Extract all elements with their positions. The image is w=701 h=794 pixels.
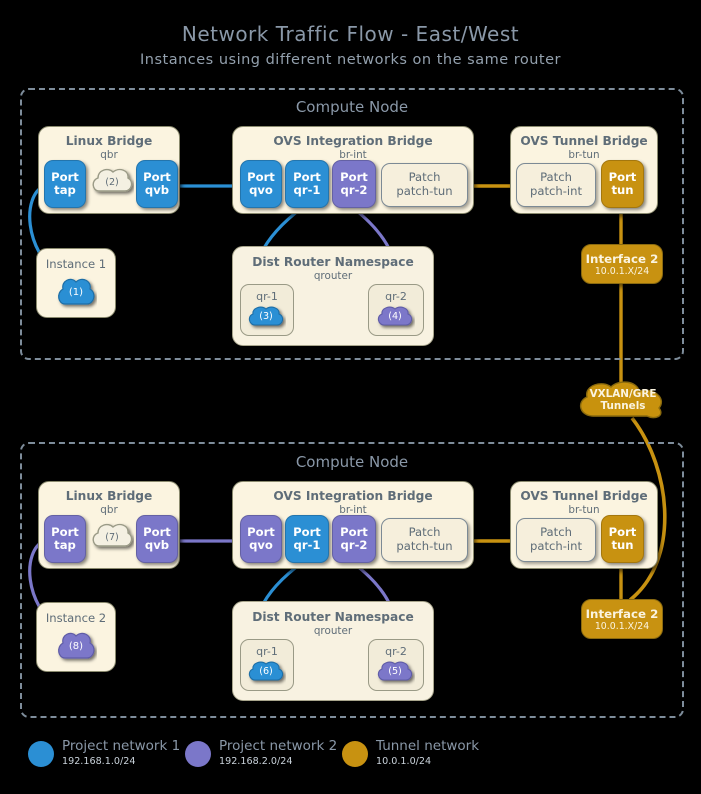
port-tap-bottom-line2: tap [54, 538, 76, 552]
interface-2-bottom: Interface 2 10.0.1.X/24 [581, 599, 663, 639]
patch-tun-top[interactable]: Patch patch-tun [381, 163, 468, 207]
legend: Project network 1 192.168.1.0/24 Project… [0, 738, 701, 786]
port-qr2-bottom[interactable]: Port qr-2 [332, 515, 376, 563]
veth-cloud-bottom-label: (7) [105, 532, 119, 544]
interface-2-top: Interface 2 10.0.1.X/24 [581, 244, 663, 284]
ns-top-qr2-label: qr-2 [385, 290, 407, 303]
ns-bottom-qr1-cloud: (6) [246, 658, 286, 686]
port-qvb-bottom-line2: qvb [144, 538, 170, 552]
port-qr1-top[interactable]: Port qr-1 [285, 160, 329, 208]
legend-swatch-project-network-1 [28, 741, 54, 767]
legend-label-project-network-1: Project network 1 [62, 738, 181, 754]
legend-swatch-project-network-2 [185, 741, 211, 767]
ns-bottom-title: Dist Router Namespace [252, 610, 414, 624]
legend-label-project-network-2: Project network 2 [219, 738, 338, 754]
instance-2-cloud-label: (8) [68, 641, 84, 653]
legend-cidr-project-network-1: 192.168.1.0/24 [62, 756, 136, 767]
port-qvb-top[interactable]: Port qvb [136, 160, 178, 208]
diagram-canvas: Network Traffic Flow - East/West Instanc… [0, 0, 701, 794]
ns-top-qr1-cloud: (3) [246, 303, 286, 331]
instance-1-cloud: (1) [55, 274, 97, 312]
interface-2-top-name: Interface 2 [585, 251, 659, 266]
ns-bottom-qr2-label: qr-2 [385, 645, 407, 658]
ovs-tun-bridge-top-title: OVS Tunnel Bridge [520, 134, 648, 148]
ns-top-title: Dist Router Namespace [252, 255, 414, 269]
port-qvo-bottom[interactable]: Port qvo [240, 515, 282, 563]
patch-int-top-line2: patch-int [529, 184, 583, 198]
port-tun-bottom-line2: tun [611, 538, 634, 552]
instance-2-label: Instance 2 [45, 611, 107, 625]
patch-tun-bottom[interactable]: Patch patch-tun [381, 518, 468, 562]
veth-cloud-top-label: (2) [105, 177, 119, 189]
ns-bottom-qr2-cloud: (5) [375, 658, 415, 686]
legend-swatch-tunnel-network [342, 741, 368, 767]
ns-bottom-qr1-cloud-label: (6) [259, 666, 273, 678]
veth-cloud-bottom: (7) [90, 521, 134, 555]
patch-tun-top-line2: patch-tun [396, 184, 453, 198]
port-qvo-top-line2: qvo [249, 183, 273, 197]
vxlan-gre-tunnels-cloud: VXLAN/GRE Tunnels [573, 378, 673, 424]
port-qr1-bottom-line2: qr-1 [293, 538, 321, 552]
legend-cidr-tunnel-network: 10.0.1.0/24 [376, 756, 432, 767]
port-tun-top-line2: tun [611, 183, 634, 197]
compute-node-top-heading: Compute Node [295, 98, 409, 116]
port-tap-top[interactable]: Port tap [44, 160, 86, 208]
patch-int-bottom-line1: Patch [540, 525, 572, 540]
patch-tun-bottom-line1: Patch [408, 525, 441, 540]
port-qr1-top-line2: qr-1 [293, 183, 321, 197]
compute-node-bottom-heading: Compute Node [295, 453, 409, 471]
port-qvo-top[interactable]: Port qvo [240, 160, 282, 208]
patch-int-top[interactable]: Patch patch-int [516, 163, 596, 207]
patch-int-bottom[interactable]: Patch patch-int [516, 518, 596, 562]
ovs-int-bridge-top-title: OVS Integration Bridge [273, 134, 433, 148]
veth-cloud-top: (2) [90, 166, 134, 200]
ovs-tun-bridge-bottom-title: OVS Tunnel Bridge [520, 489, 648, 503]
ns-top-qr1-cloud-label: (3) [259, 311, 273, 323]
linux-bridge-bottom-title: Linux Bridge [65, 489, 153, 503]
ns-top-qr2-cloud-label: (4) [388, 311, 402, 323]
ns-bottom-qr2-cloud-label: (5) [388, 666, 402, 678]
port-qvo-bottom-line2: qvo [249, 538, 273, 552]
port-qvb-bottom[interactable]: Port qvb [136, 515, 178, 563]
port-qr2-top-line2: qr-2 [340, 183, 368, 197]
interface-2-bottom-cidr: 10.0.1.X/24 [594, 620, 650, 632]
ns-bottom-subtitle: qrouter [313, 625, 353, 637]
patch-tun-bottom-line2: patch-tun [396, 539, 453, 553]
port-tap-bottom[interactable]: Port tap [44, 515, 86, 563]
port-qr2-top[interactable]: Port qr-2 [332, 160, 376, 208]
ns-top-qr2-cloud: (4) [375, 303, 415, 331]
port-tap-top-line2: tap [54, 183, 76, 197]
ovs-int-bridge-bottom-title: OVS Integration Bridge [273, 489, 433, 503]
port-tun-bottom[interactable]: Port tun [601, 515, 644, 563]
port-qr2-bottom-line2: qr-2 [340, 538, 368, 552]
interface-2-top-cidr: 10.0.1.X/24 [594, 265, 650, 277]
port-qvb-top-line2: qvb [144, 183, 170, 197]
ns-top-qr1-label: qr-1 [256, 290, 278, 303]
linux-bridge-top-title: Linux Bridge [65, 134, 153, 148]
ns-bottom-qr1-label: qr-1 [256, 645, 278, 658]
patch-int-bottom-line2: patch-int [529, 539, 583, 553]
ns-top-subtitle: qrouter [313, 270, 353, 282]
port-tun-top[interactable]: Port tun [601, 160, 644, 208]
interface-2-bottom-name: Interface 2 [585, 606, 659, 621]
instance-2-cloud: (8) [55, 628, 97, 666]
patch-tun-top-line1: Patch [408, 170, 441, 185]
port-qr1-bottom[interactable]: Port qr-1 [285, 515, 329, 563]
instance-1-cloud-label: (1) [68, 287, 84, 299]
tunnel-cloud-line2: Tunnels [600, 400, 646, 412]
legend-label-tunnel-network: Tunnel network [376, 738, 480, 754]
patch-int-top-line1: Patch [540, 170, 572, 185]
legend-cidr-project-network-2: 192.168.2.0/24 [219, 756, 293, 767]
instance-1-label: Instance 1 [45, 257, 107, 271]
